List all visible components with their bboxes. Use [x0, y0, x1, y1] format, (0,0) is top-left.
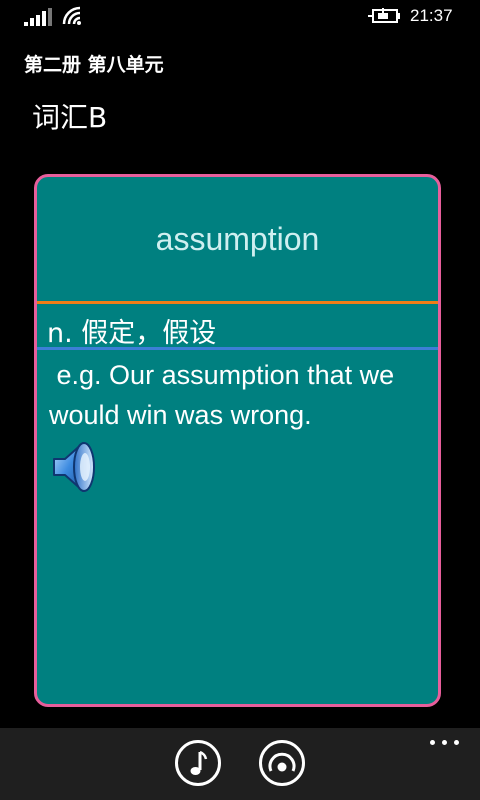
- music-note-button[interactable]: [175, 740, 221, 786]
- vocabulary-word: assumption: [155, 221, 320, 257]
- battery-charging-icon: [368, 8, 400, 23]
- status-bar: 21:37: [0, 0, 480, 34]
- page-title: 词汇B: [32, 101, 108, 134]
- word-separator: [37, 301, 438, 304]
- signal-icon: [24, 8, 52, 26]
- app-bar: [0, 728, 480, 800]
- vocabulary-card[interactable]: assumption n. 假定，假设 e.g. Our assumption …: [34, 174, 441, 707]
- definition-separator: [37, 347, 438, 350]
- music-note-icon: [190, 750, 208, 775]
- wifi-icon: [62, 6, 81, 25]
- record-button[interactable]: [259, 740, 305, 786]
- example-sentence: e.g. Our assumption that we would win wa…: [49, 360, 402, 430]
- record-icon: [268, 752, 296, 772]
- clock: 21:37: [410, 6, 453, 25]
- word-definition: n. 假定，假设: [47, 318, 217, 349]
- more-icon[interactable]: [430, 736, 460, 748]
- app-title: 第二册 第八单元: [24, 54, 164, 76]
- speaker-icon[interactable]: [51, 439, 99, 495]
